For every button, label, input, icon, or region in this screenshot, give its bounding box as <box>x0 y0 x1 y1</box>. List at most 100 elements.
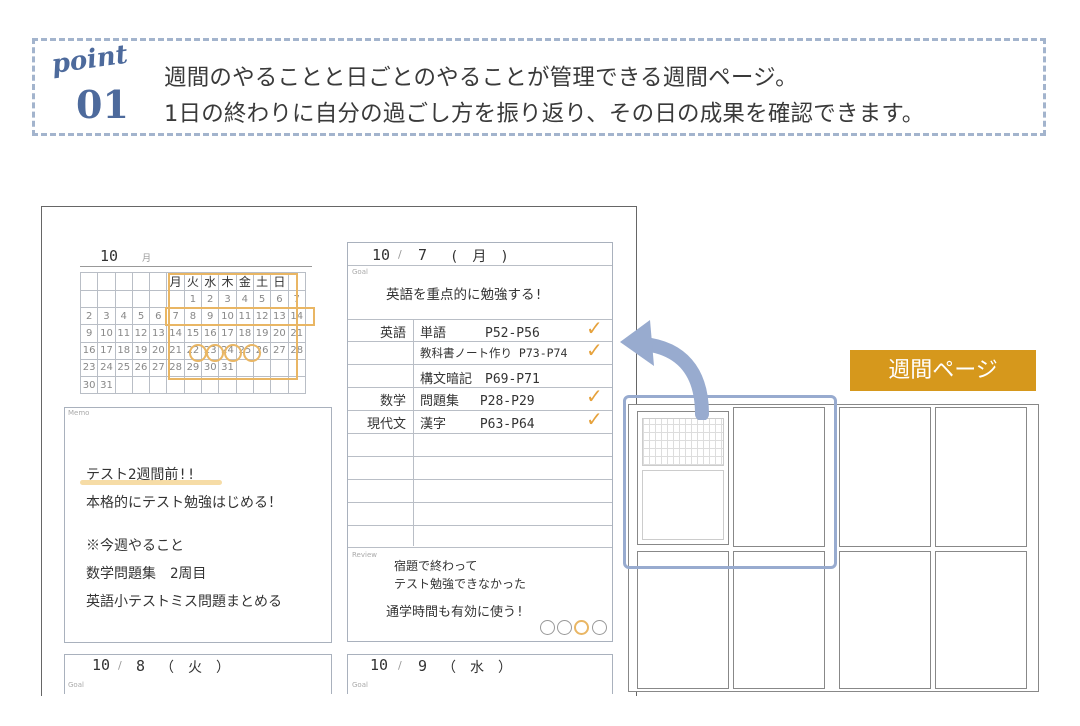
calendar-day: 20 <box>270 324 289 343</box>
goal-label: Goal <box>68 681 84 689</box>
calendar-cell <box>287 272 306 291</box>
calendar-day: 2 <box>201 289 220 309</box>
divider <box>348 502 612 503</box>
calendar-day: 10 <box>97 324 116 343</box>
memo-label: Memo <box>68 409 90 417</box>
face-icon-selected <box>574 620 589 635</box>
calendar-day: 23 <box>79 358 99 377</box>
calendar-day: 2 <box>79 307 99 326</box>
review-line: テスト勉強できなかった <box>394 577 527 591</box>
calendar-day <box>270 358 289 377</box>
calendar-day: 14 <box>166 324 185 343</box>
calendar-day: 28 <box>287 341 306 360</box>
check-icon: ✓ <box>586 384 603 408</box>
thumb-day-page <box>935 407 1027 547</box>
review-line: 宿題で終わって <box>394 559 478 573</box>
calendar-day: 11 <box>114 324 133 343</box>
calendar-day: 5 <box>252 289 272 309</box>
calendar-day <box>183 375 203 395</box>
calendar-day: 13 <box>149 324 168 343</box>
memo-line: テスト2週間前!! <box>86 467 196 483</box>
calendar-day: 31 <box>97 375 116 395</box>
memo-line: 本格的にテスト勉強はじめる！ <box>86 495 282 511</box>
mini-calendar: 月火水木金土日 1 2 3 4 5 6 7 2 3 4 5 6 7 8 9 10 11 12 13 14 9 10 11 12 1… <box>79 272 306 395</box>
calendar-day <box>79 289 99 309</box>
arrow-icon <box>620 320 709 420</box>
calendar-day: 17 <box>218 324 237 343</box>
calendar-day: 18 <box>235 324 254 343</box>
calendar-day: 20 <box>149 341 168 360</box>
calendar-cell <box>114 272 133 291</box>
calendar-weekday: 火 <box>183 272 203 291</box>
calendar-weekday: 金 <box>235 272 254 291</box>
task-subject: 数学 <box>379 394 406 409</box>
divider <box>348 456 612 457</box>
thumb-day-page <box>935 551 1027 689</box>
divider <box>348 479 612 480</box>
task-text: 教科書ノート作り P73-P74 <box>420 346 568 360</box>
check-icon: ✓ <box>586 407 603 431</box>
day-weekday: （ 火 ） <box>160 660 230 676</box>
month-underline <box>80 266 312 267</box>
calendar-weekday: 水 <box>201 272 220 291</box>
calendar-day: 12 <box>131 324 151 343</box>
face-icon <box>592 620 607 635</box>
header-line-1: 週間のやることと日ごとのやることが管理できる週間ページ。 <box>164 65 798 91</box>
divider <box>348 525 612 526</box>
calendar-day <box>287 375 306 395</box>
calendar-day: 17 <box>97 341 116 360</box>
divider <box>348 265 612 266</box>
memo-line: 数学問題集 2周目 <box>86 566 207 582</box>
thumbnail-highlight <box>623 395 837 569</box>
face-icon <box>540 620 555 635</box>
thumb-day-page <box>839 551 931 689</box>
divider <box>348 410 612 411</box>
day-sep: / <box>398 248 402 261</box>
calendar-date-circle <box>206 344 224 362</box>
day-month: 10 <box>92 656 111 674</box>
divider <box>348 319 612 320</box>
divider <box>348 387 612 388</box>
calendar-day <box>166 375 185 395</box>
calendar-date-circle <box>189 344 207 362</box>
calendar-day: 6 <box>270 289 289 309</box>
calendar-weekday: 土 <box>252 272 272 291</box>
calendar-day: 3 <box>218 289 237 309</box>
month-number: 10 <box>100 247 119 265</box>
calendar-cell <box>131 272 151 291</box>
day-month: 10 <box>370 656 389 674</box>
calendar-day <box>149 289 168 309</box>
calendar-date-circle <box>243 344 261 362</box>
calendar-row-highlight <box>165 307 315 326</box>
calendar-day <box>270 375 289 395</box>
day-weekday: ( 月 ) <box>450 249 509 265</box>
task-text: 構文暗記 P69-P71 <box>420 372 540 387</box>
header-line-2: 1日の終わりに自分の過ごし方を振り返り、その日の成果を確認できます。 <box>164 101 925 127</box>
check-icon: ✓ <box>586 338 603 362</box>
task-subject: 英語 <box>379 326 406 341</box>
thumb-day-page <box>637 551 729 689</box>
day-date: 8 <box>136 657 146 675</box>
check-icon: ✓ <box>586 316 603 340</box>
calendar-day: 4 <box>114 307 133 326</box>
calendar-day <box>218 375 237 395</box>
day-date: 9 <box>418 657 428 675</box>
calendar-day <box>235 375 254 395</box>
task-text: 問題集 P28-P29 <box>420 394 535 409</box>
calendar-day: 5 <box>131 307 151 326</box>
goal-label: Goal <box>352 681 368 689</box>
task-text: 単語 P52-P56 <box>420 326 540 341</box>
calendar-day: 25 <box>114 358 133 377</box>
calendar-day: 18 <box>114 341 133 360</box>
calendar-day: 9 <box>79 324 99 343</box>
face-icon <box>557 620 572 635</box>
calendar-weekday: 月 <box>166 272 185 291</box>
calendar-day: 16 <box>79 341 99 360</box>
calendar-day: 1 <box>183 289 203 309</box>
calendar-day: 19 <box>131 341 151 360</box>
review-line: 通学時間も有効に使う! <box>386 605 524 620</box>
divider <box>348 547 612 548</box>
memo-line: ※今週やること <box>86 538 184 554</box>
calendar-day: 3 <box>97 307 116 326</box>
calendar-day: 21 <box>166 341 185 360</box>
